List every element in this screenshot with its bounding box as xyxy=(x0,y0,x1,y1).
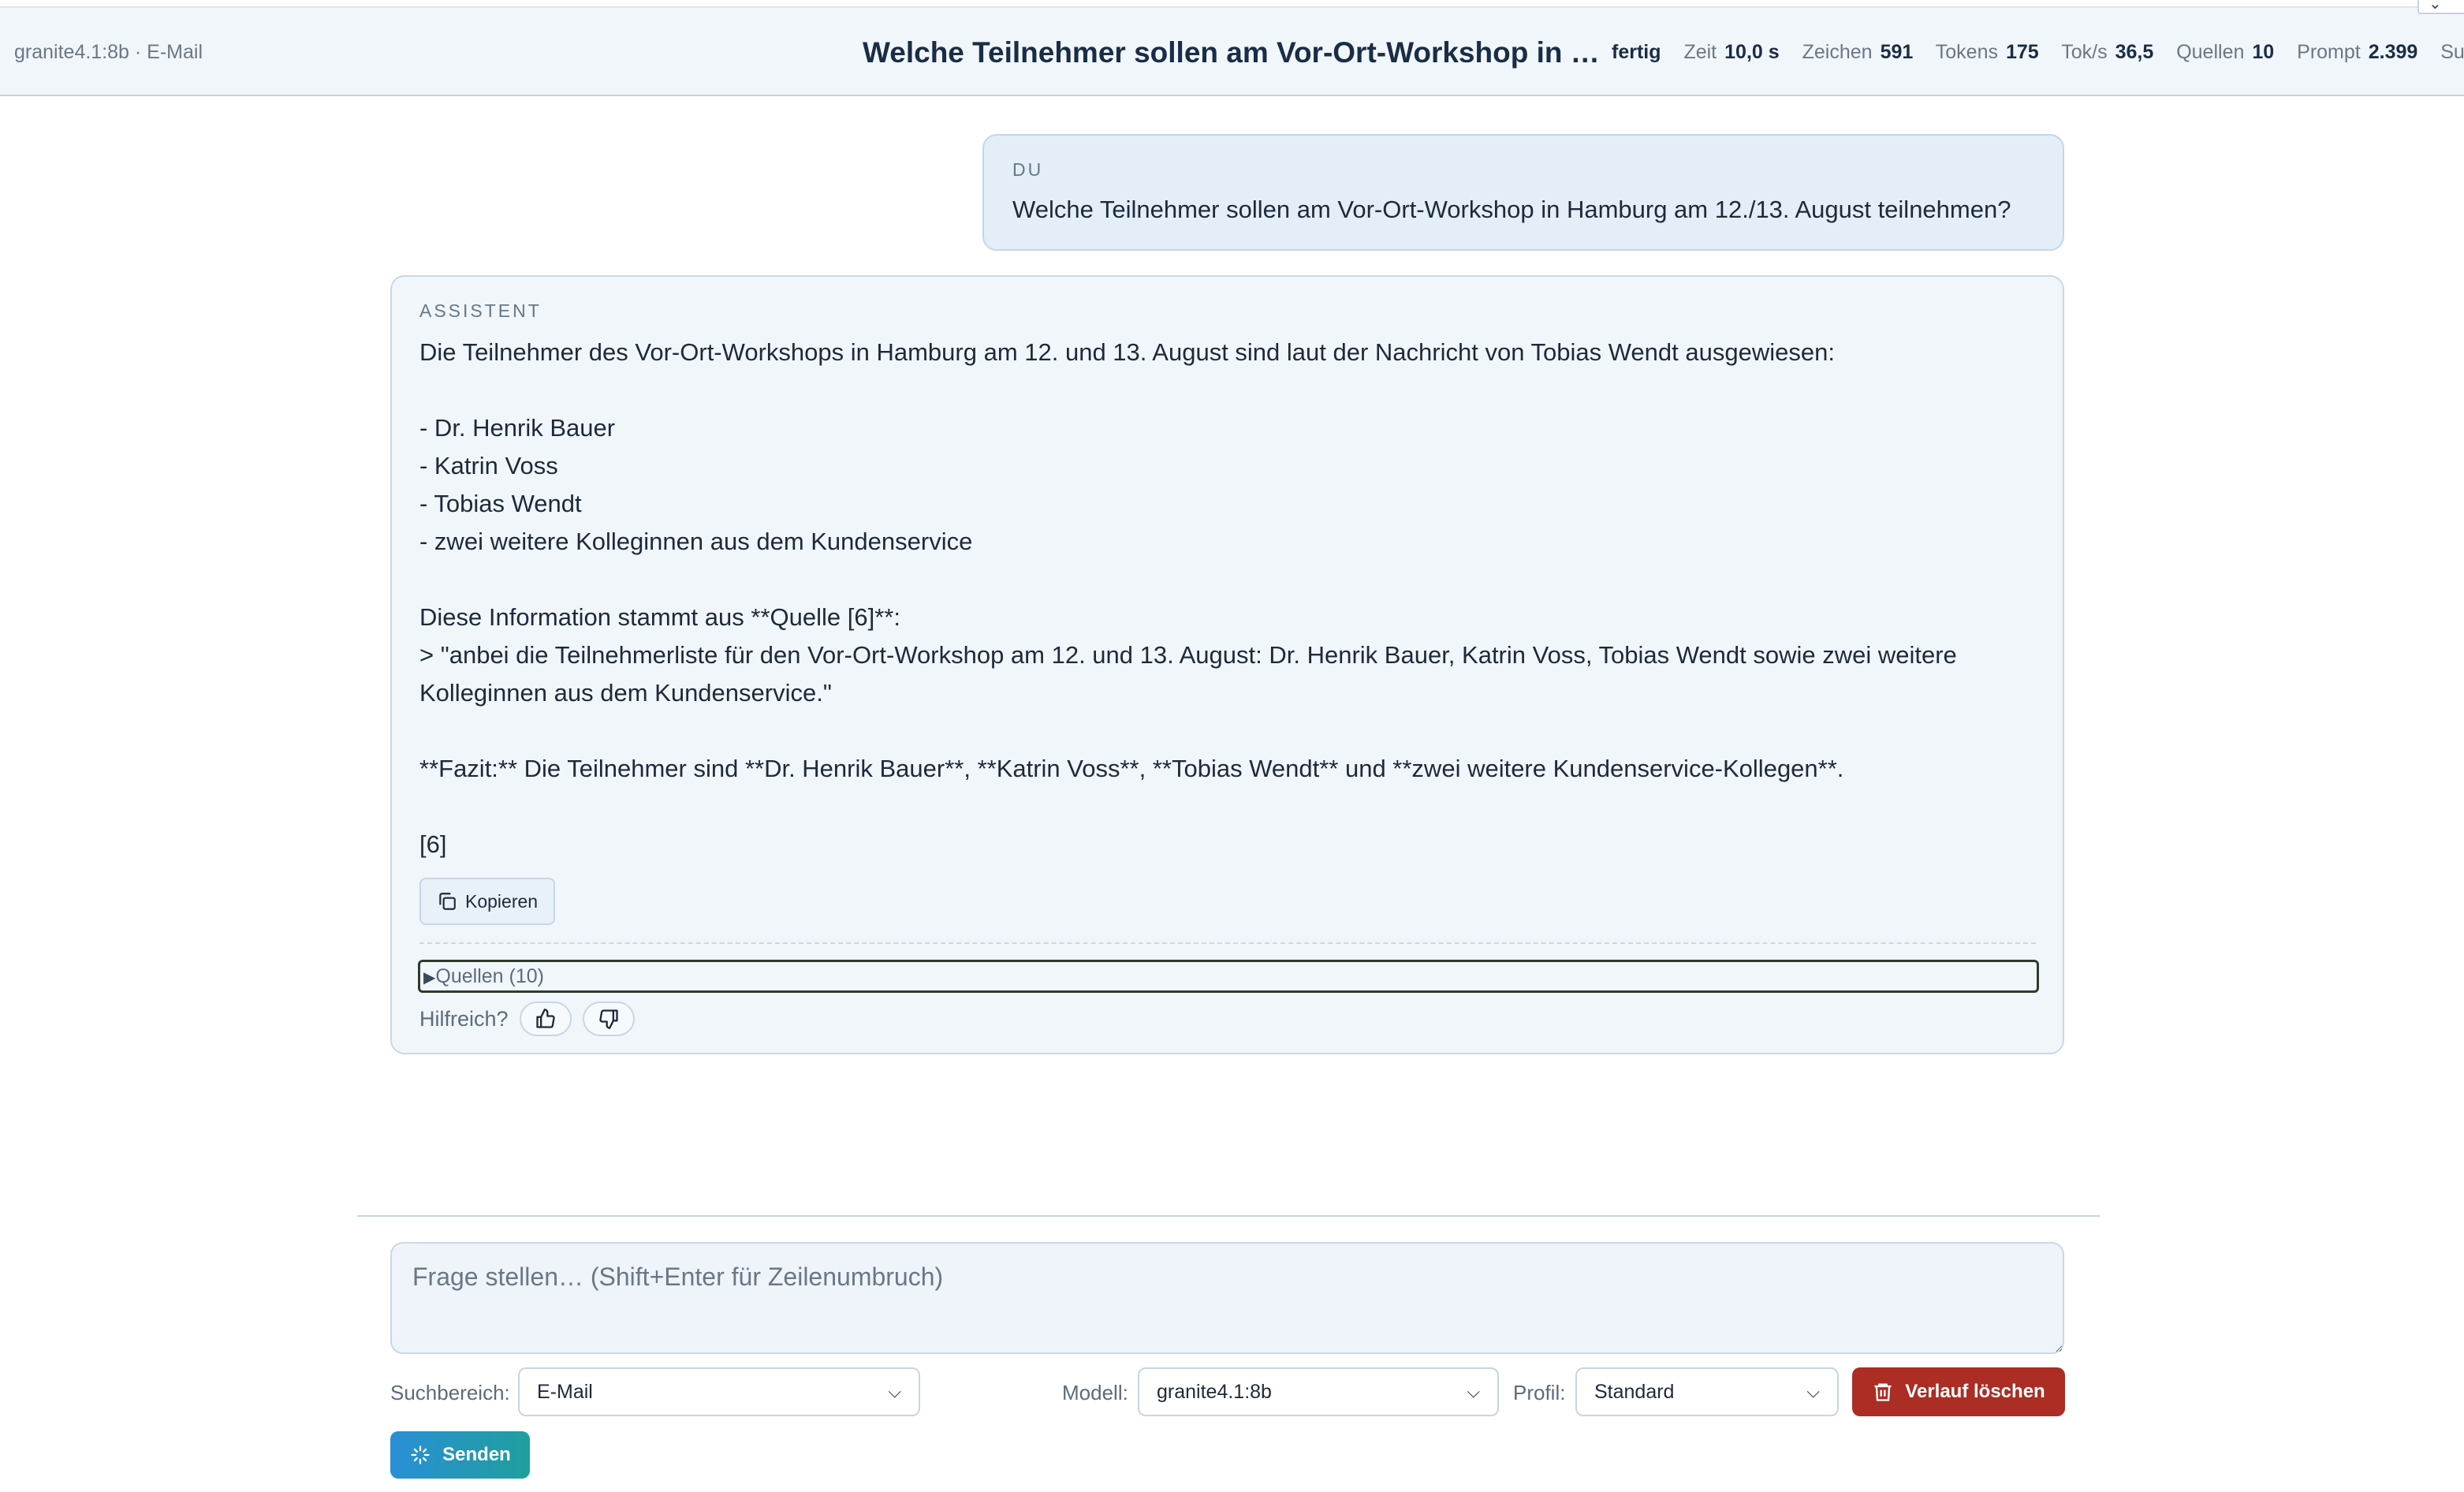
profile-label: Profil: xyxy=(1513,1381,1566,1404)
send-label: Senden xyxy=(442,1444,511,1465)
profile-value: Standard xyxy=(1594,1381,1675,1403)
stat-chars: Zeichen 591 xyxy=(1802,41,1914,63)
helpful-label: Hilfreich? xyxy=(419,1006,509,1031)
trash-icon xyxy=(1874,1383,1892,1401)
thumbs-down-button[interactable] xyxy=(582,1002,635,1036)
search-area-label: Suchbereich: xyxy=(390,1381,510,1404)
stat-sources: Quellen 10 xyxy=(2176,41,2275,63)
feedback-row: Hilfreich? xyxy=(419,999,635,1039)
thumbs-down-icon xyxy=(598,1009,618,1029)
divider xyxy=(419,942,2036,944)
sources-label: Quellen (10) xyxy=(435,965,544,987)
copy-button[interactable]: Kopieren xyxy=(419,878,555,925)
user-role-label: DU xyxy=(1012,159,1044,180)
sparkle-icon xyxy=(411,1445,430,1464)
search-area-value: E-Mail xyxy=(537,1381,593,1403)
user-message: DU Welche Teilnehmer sollen am Vor-Ort-W… xyxy=(982,134,2064,251)
assistant-message: ASSISTENT Die Teilnehmer des Vor-Ort-Wor… xyxy=(390,275,2064,1054)
copy-label: Kopieren xyxy=(465,890,539,912)
top-bar: granite4.1:8b · E-Mail Welche Teilnehmer… xyxy=(0,6,2464,96)
clear-history-button[interactable]: Verlauf löschen xyxy=(1852,1367,2065,1416)
chevron-down-icon: ⌵ xyxy=(888,1382,901,1401)
chevron-down-icon: ⌵ xyxy=(1806,1382,1820,1401)
thumbs-up-icon xyxy=(535,1009,555,1028)
model-select[interactable]: granite4.1:8b ⌵ xyxy=(1138,1367,1499,1416)
caret-right-icon: ▶ xyxy=(423,969,436,987)
status-text: fertig xyxy=(1612,41,1661,63)
chevron-down-icon: ⌄ xyxy=(2429,0,2442,13)
assistant-role-label: ASSISTENT xyxy=(419,300,542,321)
model-value: granite4.1:8b xyxy=(1157,1381,1272,1403)
stat-truncated: Su xyxy=(2440,41,2464,63)
model-context: granite4.1:8b · E-Mail xyxy=(14,41,203,63)
stat-time: Zeit 10,0 s xyxy=(1683,41,1780,63)
assistant-message-text: Die Teilnehmer des Vor-Ort-Workshops in … xyxy=(419,338,1957,858)
model-label: Modell: xyxy=(1062,1381,1128,1404)
stat-tokens: Tokens 175 xyxy=(1935,41,2039,63)
user-message-text: Welche Teilnehmer sollen am Vor-Ort-Work… xyxy=(1012,196,2011,223)
stats-bar: fertig Zeit 10,0 s Zeichen 591 Tokens 175 T… xyxy=(1612,41,2464,64)
composer-divider xyxy=(357,1215,2100,1217)
stat-prompt: Prompt 2.399 xyxy=(2297,41,2418,63)
search-area-select[interactable]: E-Mail ⌵ xyxy=(518,1367,920,1416)
conversation-title: Welche Teilnehmer sollen am Vor-Ort-Work… xyxy=(863,36,1600,69)
chevron-down-icon: ⌵ xyxy=(1467,1382,1480,1401)
sources-toggle[interactable]: ▶Quellen (10) xyxy=(418,960,2039,993)
stat-tokens-per-second: Tok/s 36,5 xyxy=(2061,41,2154,63)
send-button[interactable]: Senden xyxy=(390,1431,530,1479)
thumbs-up-button[interactable] xyxy=(519,1002,572,1036)
clear-history-label: Verlauf löschen xyxy=(1905,1381,2045,1402)
question-input[interactable] xyxy=(390,1242,2064,1354)
profile-select[interactable]: Standard ⌵ xyxy=(1575,1367,1839,1416)
copy-icon xyxy=(439,893,456,910)
